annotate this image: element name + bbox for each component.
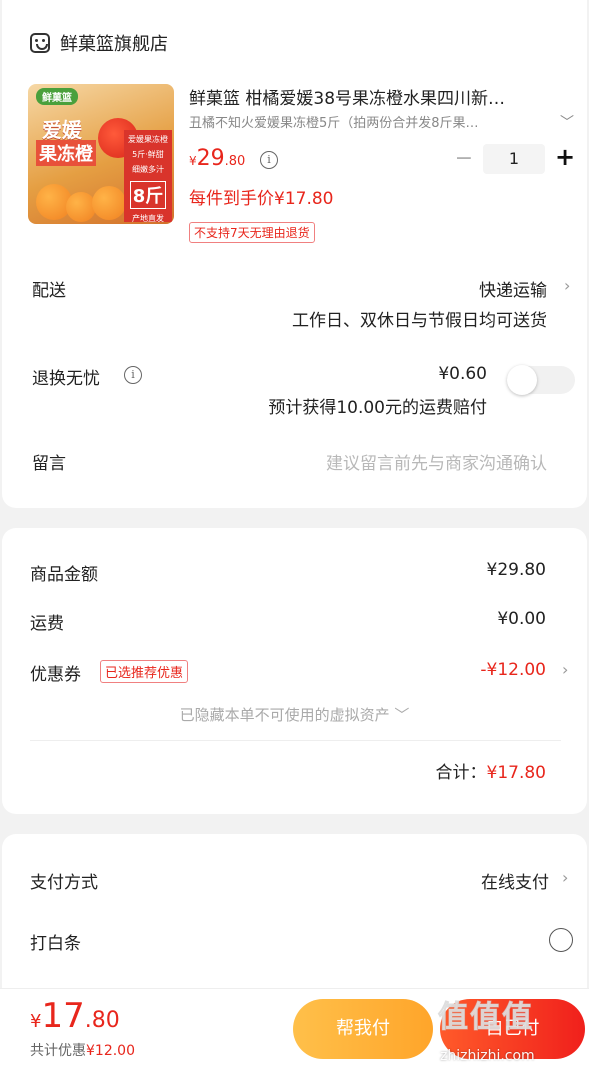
order-total: 合计：¥17.80 [436, 758, 546, 783]
pay-button[interactable]: 自己付 [440, 999, 585, 1059]
goods-amount-value: ¥29.80 [486, 560, 546, 580]
hidden-assets-toggle[interactable]: 已隐藏本单不可使用的虚拟资产 ﹀ [0, 704, 589, 725]
payment-method-value[interactable]: 在线支付 [481, 868, 549, 893]
chevron-right-icon[interactable]: › [562, 660, 568, 679]
thumb-text-2: 果冻橙 [36, 140, 96, 166]
total-label: 合计： [435, 763, 487, 783]
store-header[interactable]: 鲜菓篮旗舰店 [30, 30, 168, 56]
bottom-price-integer: 17 [41, 996, 85, 1036]
thumb-brand: 鲜菓篮 [36, 88, 78, 105]
unit-price: 每件到手价¥17.80 [189, 189, 334, 209]
thumb-box-line-3: 细嫩多汁 [132, 165, 164, 174]
return-insurance-price: ¥0.60 [438, 364, 487, 384]
thumb-box-origin: 产地直发 [132, 214, 164, 223]
quantity-input[interactable]: 1 [483, 144, 545, 174]
coupon-label: 优惠券 [30, 665, 81, 685]
discount-value: ¥12.00 [86, 1043, 135, 1059]
message-input[interactable]: 建议留言前先与商家沟通确认 [326, 449, 547, 474]
thumb-box-weight: 8斤 [130, 181, 166, 209]
goods-amount-label: 商品金额 [30, 565, 98, 585]
shipping-label: 运费 [30, 614, 64, 634]
delivery-label: 配送 [32, 281, 66, 301]
price-integer: 29 [196, 146, 225, 171]
product-price: ¥29.80 [189, 146, 245, 171]
bottom-price-decimal: .80 [84, 1008, 120, 1033]
quantity-decrease-button[interactable]: − [454, 146, 474, 171]
product-thumbnail[interactable]: 鲜菓篮 爱媛 果冻橙 爱媛果冻橙 5斤·鲜甜 细嫩多汁 8斤 产地直发 [28, 84, 174, 224]
payment-method-label: 支付方式 [30, 873, 98, 893]
product-title[interactable]: 鲜菓篮 柑橘爱媛38号果冻橙水果四川新… [189, 84, 575, 109]
chevron-down-icon[interactable]: ﹀ [560, 112, 574, 132]
chevron-right-icon[interactable]: › [564, 276, 570, 295]
return-insurance-note: 预计获得10.00元的运费赔付 [268, 398, 487, 418]
coupon-tag: 已选推荐优惠 [100, 660, 189, 683]
store-icon [30, 33, 50, 53]
shipping-value: ¥0.00 [497, 609, 546, 629]
return-insurance-label: 退换无忧 [32, 369, 100, 389]
info-icon[interactable]: i [260, 151, 278, 169]
no-return-badge: 不支持7天无理由退货 [189, 222, 315, 243]
store-name: 鲜菓篮旗舰店 [60, 34, 168, 55]
baitiao-label: 打白条 [30, 934, 81, 954]
price-decimal: .80 [224, 154, 246, 169]
thumb-text-1: 爱媛 [42, 118, 82, 142]
message-label: 留言 [32, 454, 66, 474]
bottom-currency: ¥ [30, 1011, 42, 1032]
chevron-right-icon[interactable]: › [562, 868, 568, 887]
thumb-box-line-2: 5斤·鲜甜 [132, 150, 164, 159]
price-currency: ¥ [189, 154, 197, 168]
help-pay-button[interactable]: 帮我付 [293, 999, 433, 1059]
return-insurance-toggle[interactable] [507, 365, 575, 395]
bottom-discount: 共计优惠¥12.00 [30, 1040, 135, 1060]
delivery-note: 工作日、双休日与节假日均可送货 [292, 311, 547, 331]
baitiao-radio[interactable] [549, 928, 573, 952]
thumb-box-line-1: 爱媛果冻橙 [128, 135, 168, 144]
info-icon[interactable]: i [124, 366, 142, 384]
divider [30, 740, 561, 741]
order-item-card: 鲜菓篮旗舰店 鲜菓篮 爱媛 果冻橙 爱媛果冻橙 5斤·鲜甜 细嫩多汁 8斤 产地… [2, 0, 587, 508]
product-spec[interactable]: 丑橘不知火爱媛果冻橙5斤（拍两份合并发8斤果… [189, 112, 551, 131]
orange-image [92, 186, 126, 220]
total-value: ¥17.80 [486, 763, 546, 783]
bottom-total-price: ¥17.80 [30, 996, 120, 1036]
coupon-value[interactable]: -¥12.00 [480, 660, 546, 680]
discount-label: 共计优惠 [30, 1043, 86, 1059]
delivery-method[interactable]: 快递运输 [479, 276, 547, 301]
quantity-increase-button[interactable]: + [553, 143, 577, 171]
thumb-box: 爱媛果冻橙 5斤·鲜甜 细嫩多汁 8斤 产地直发 [124, 130, 172, 223]
